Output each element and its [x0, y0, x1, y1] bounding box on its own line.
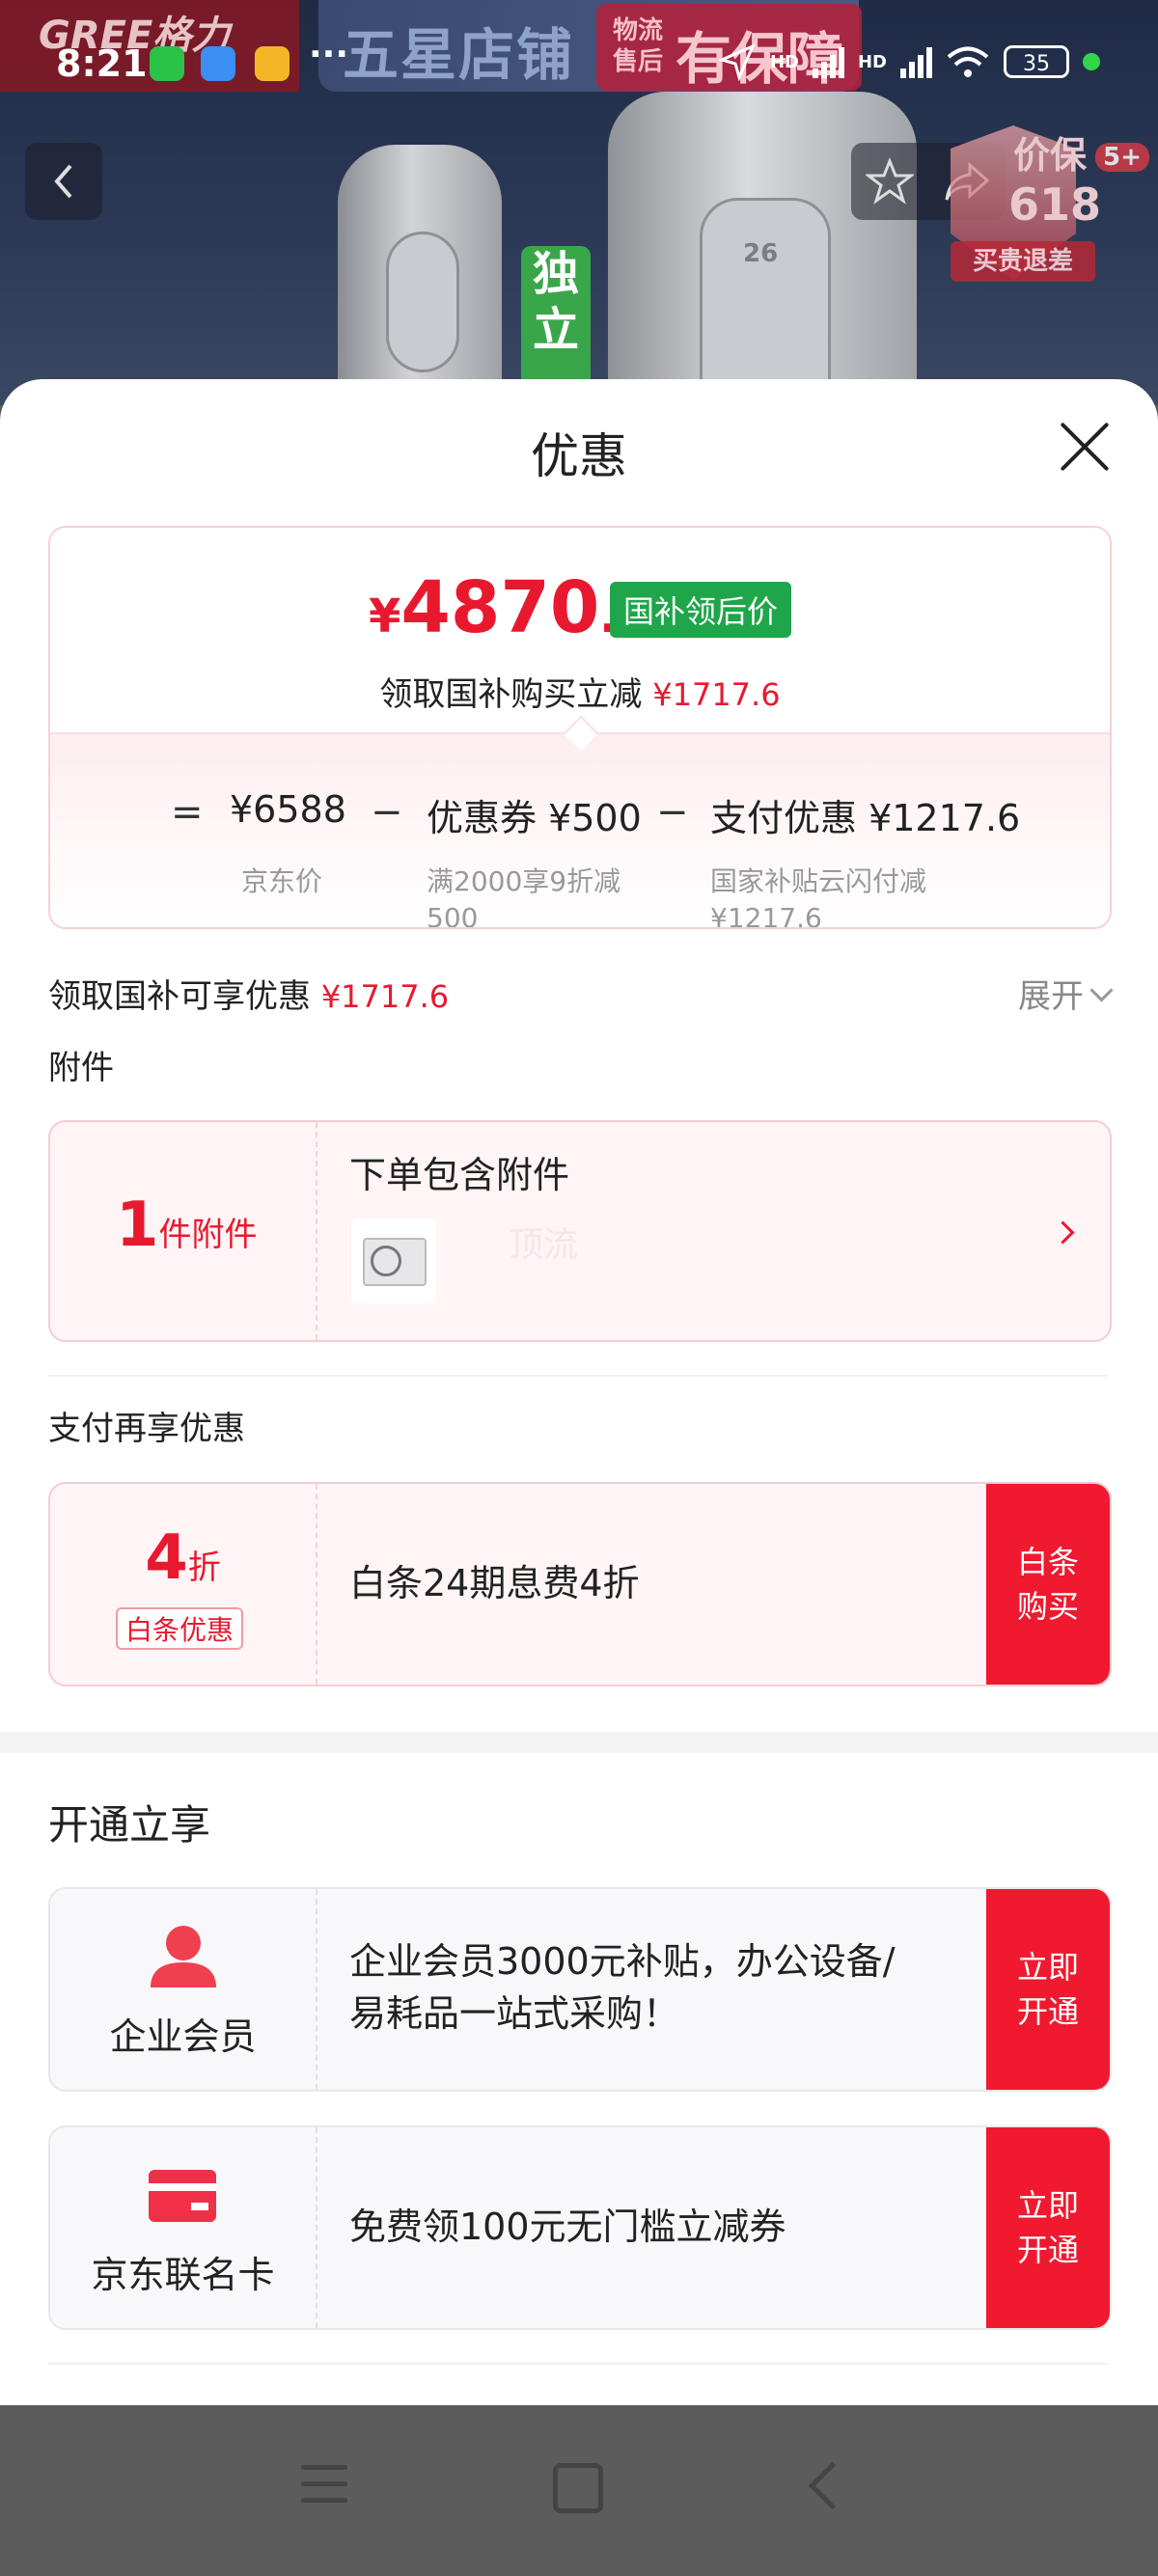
- back-icon[interactable]: [808, 2461, 857, 2510]
- network-type-1: HD: [769, 51, 799, 72]
- air-conditioner-image-small: [338, 145, 502, 405]
- signal-icon-1: [812, 45, 844, 78]
- subsidy-row-label: 领取国补可享优惠: [48, 977, 311, 1016]
- enterprise-member-card[interactable]: 企业会员 企业会员3000元补贴，办公设备/ 易耗品一站式采购！ 立即 开通: [48, 1887, 1112, 2092]
- baitiao-buy-button[interactable]: 白条 购买: [986, 1484, 1110, 1685]
- accessory-watermark: 顶流: [509, 1225, 579, 1265]
- enterprise-member-block: 企业会员: [50, 1889, 317, 2090]
- jd-cobrand-block: 京东联名卡: [50, 2127, 317, 2328]
- notes-app-icon: [255, 46, 290, 81]
- jd-price-note: 京东价: [241, 865, 323, 897]
- enterprise-member-open-button[interactable]: 立即 开通: [986, 1889, 1110, 2090]
- price-calculation: = ¥6588 京东价 − 优惠券 ¥500 满2000享9折减 500 − 支…: [50, 732, 1110, 929]
- enterprise-member-desc: 企业会员3000元补贴，办公设备/ 易耗品一站式采购！: [349, 1940, 896, 2035]
- payment-discount-note: 国家补贴云闪付减 ¥1217.6: [710, 865, 927, 929]
- chevron-down-icon: [1089, 978, 1114, 1002]
- more-notifications-icon: ···: [309, 35, 349, 74]
- subsidy-reduction-label: 领取国补购买立减: [379, 675, 643, 714]
- chat-app-icon: [201, 46, 235, 81]
- accessory-count-number: 1: [116, 1190, 159, 1261]
- divider: [48, 1375, 1108, 1377]
- accessory-title: 下单包含附件: [349, 1154, 570, 1196]
- back-button[interactable]: [25, 143, 102, 220]
- ac-display-digits: 26: [743, 239, 779, 268]
- ac-control-panel: [386, 232, 459, 372]
- expand-button[interactable]: 展开: [1018, 970, 1114, 1017]
- final-price-integer: 4870: [400, 566, 600, 649]
- currency-symbol: ¥: [369, 589, 401, 644]
- close-icon[interactable]: [1058, 420, 1112, 474]
- air-conditioner-image-large: 26: [608, 92, 917, 405]
- subsidy-price-tag: 国补领后价: [610, 582, 792, 638]
- enterprise-member-name: 企业会员: [109, 2015, 257, 2058]
- card-icon: [149, 2170, 216, 2222]
- star-icon[interactable]: [866, 157, 914, 206]
- ac-control-panel: 26: [700, 198, 831, 405]
- subsidy-row-amount: ¥1717.6: [320, 978, 450, 1015]
- accessory-section-title: 附件: [48, 1049, 114, 1087]
- price-summary: ¥4870.4 国补领后价 领取国补购买立减 ¥1717.6: [50, 528, 1110, 732]
- message-count-badge: 5+: [1095, 143, 1149, 172]
- baitiao-discount-unit: 折: [187, 1548, 221, 1587]
- baitiao-discount-block: 4折 白条优惠: [50, 1484, 317, 1685]
- menu-icon[interactable]: [301, 2465, 347, 2504]
- baitiao-buy-label: 白条 购买: [1016, 1544, 1079, 1625]
- price-card: ¥4870.4 国补领后价 领取国补购买立减 ¥1717.6 = ¥6588 京…: [48, 526, 1112, 929]
- baitiao-desc: 白条24期息费4折: [349, 1562, 640, 1604]
- location-icon: [717, 43, 756, 81]
- accessory-count: 1件附件: [116, 1190, 258, 1261]
- final-price: ¥4870.4: [369, 566, 648, 649]
- jd-price-value: ¥6588: [230, 788, 346, 831]
- battery-icon: 35: [1004, 45, 1069, 78]
- equals-sign: =: [171, 790, 204, 835]
- wechat-icon: [150, 46, 184, 81]
- section-separator: [0, 1732, 1158, 1753]
- expand-label: 展开: [1018, 977, 1084, 1016]
- payment-discount-value: 支付优惠 ¥1217.6: [710, 797, 1021, 839]
- accessory-thumbnail: [351, 1219, 436, 1303]
- baitiao-tag: 白条优惠: [116, 1607, 244, 1650]
- discount-sheet: 优惠 ¥4870.4 国补领后价 领取国补购买立减 ¥1717.6 = ¥658…: [0, 379, 1158, 2405]
- sheet-title: 优惠: [531, 428, 627, 484]
- network-type-2: HD: [857, 51, 887, 72]
- enterprise-member-open-label: 立即 开通: [1016, 1949, 1079, 2030]
- home-icon[interactable]: [553, 2463, 603, 2513]
- system-nav-bar: [0, 2405, 1158, 2576]
- divider: [48, 2363, 1108, 2365]
- baitiao-offer-card[interactable]: 4折 白条优惠 白条24期息费4折 白条 购买: [48, 1482, 1112, 1686]
- price-protect-ribbon: 买贵退差: [951, 241, 1095, 282]
- accessory-count-block: 1件附件: [50, 1122, 317, 1340]
- jd-cobrand-open-label: 立即 开通: [1016, 2187, 1079, 2268]
- coupon-value: 优惠券 ¥500: [427, 797, 642, 839]
- price-protect-618: 618: [1008, 178, 1102, 231]
- payment-section-title: 支付再享优惠: [48, 1410, 245, 1448]
- chevron-left-icon: [54, 164, 72, 199]
- coupon-note: 满2000享9折减 500: [427, 865, 621, 929]
- jd-cobrand-open-button[interactable]: 立即 开通: [986, 2127, 1110, 2328]
- baitiao-discount-number: 4: [145, 1522, 188, 1594]
- jd-cobrand-card[interactable]: 京东联名卡 免费领100元无门槛立减券 立即 开通: [48, 2125, 1112, 2330]
- chevron-right-icon: [1051, 1220, 1075, 1245]
- person-icon: [151, 1926, 216, 1987]
- baitiao-discount: 4折: [50, 1522, 316, 1594]
- jd-cobrand-name: 京东联名卡: [91, 2254, 275, 2296]
- accessory-card[interactable]: 1件附件 下单包含附件 顶流: [48, 1120, 1112, 1342]
- subsidy-reduction-amount: ¥1717.6: [652, 676, 781, 713]
- wifi-icon: [947, 46, 989, 77]
- subsidy-row: 领取国补可享优惠 ¥1717.6: [48, 970, 449, 1017]
- status-bar: 8:21 ··· HD HD 35: [0, 0, 1158, 135]
- membership-section-title: 开通立享: [48, 1801, 211, 1849]
- outdoor-unit-image: [363, 1238, 427, 1286]
- status-time: 8:21: [56, 42, 148, 85]
- subsidy-reduction-line: 领取国补购买立减 ¥1717.6: [50, 668, 1110, 715]
- status-icons: HD HD 35: [717, 42, 1100, 81]
- jd-cobrand-desc: 免费领100元无门槛立减券: [349, 2206, 786, 2248]
- minus-sign: −: [371, 790, 403, 835]
- privacy-indicator-dot: [1083, 53, 1100, 70]
- minus-sign: −: [656, 790, 689, 835]
- signal-icon-2: [900, 45, 932, 78]
- accessory-count-unit: 件附件: [158, 1216, 258, 1254]
- fan-icon: [371, 1246, 401, 1276]
